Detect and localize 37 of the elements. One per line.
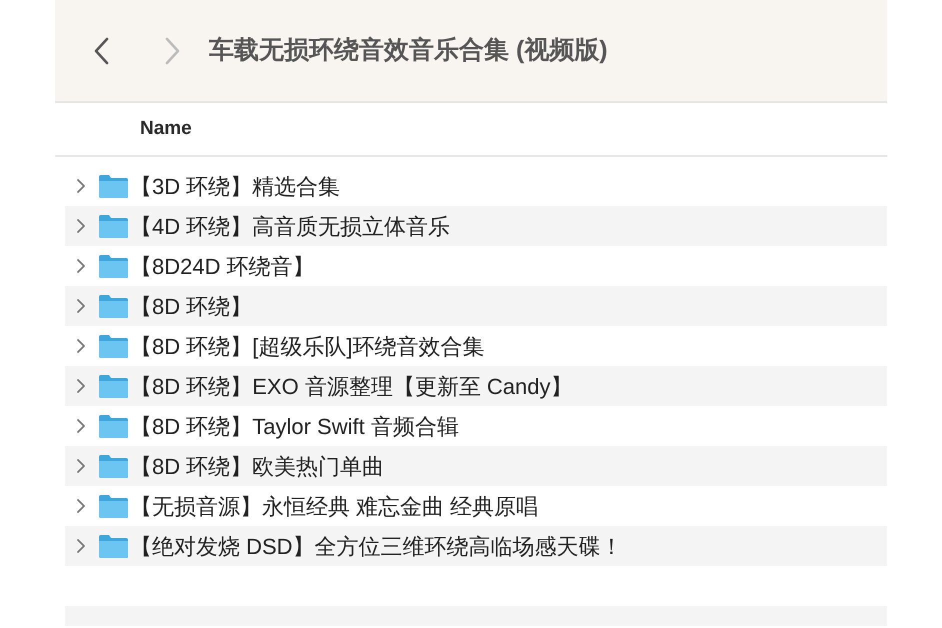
column-header[interactable]: Name xyxy=(140,114,192,144)
disclosure-chevron-icon[interactable] xyxy=(76,538,86,554)
folder-icon xyxy=(98,294,129,318)
folder-icon xyxy=(98,374,129,398)
folder-name: 【8D 环绕】欧美热门单曲 xyxy=(130,452,384,480)
folder-name: 【8D24D 环绕音】 xyxy=(130,252,315,280)
folder-name: 【3D 环绕】精选合集 xyxy=(130,172,340,200)
disclosure-chevron-icon[interactable] xyxy=(76,498,86,514)
folder-name: 【4D 环绕】高音质无损立体音乐 xyxy=(130,212,450,240)
disclosure-chevron-icon[interactable] xyxy=(76,298,86,314)
folder-name: 【无损音源】永恒经典 难忘金曲 经典原唱 xyxy=(130,492,538,520)
file-row[interactable]: 【4D 环绕】高音质无损立体音乐 xyxy=(65,206,887,246)
folder-icon xyxy=(98,494,129,518)
folder-icon xyxy=(98,174,129,198)
disclosure-chevron-icon[interactable] xyxy=(76,458,86,474)
file-row[interactable]: 【8D 环绕】欧美热门单曲 xyxy=(65,446,887,486)
folder-icon xyxy=(98,454,129,478)
disclosure-chevron-icon[interactable] xyxy=(76,418,86,434)
folder-icon xyxy=(98,534,129,558)
folder-name: 【8D 环绕】 xyxy=(130,292,252,320)
disclosure-chevron-icon[interactable] xyxy=(76,338,86,354)
disclosure-chevron-icon[interactable] xyxy=(76,258,86,274)
folder-icon xyxy=(98,254,129,278)
folder-name: 【8D 环绕】[超级乐队]环绕音效合集 xyxy=(130,332,484,361)
folder-icon xyxy=(98,334,129,358)
folder-name: 【绝对发烧 DSD】全方位三维环绕高临场感天碟！ xyxy=(130,532,623,560)
file-row[interactable]: 【8D 环绕】 xyxy=(65,286,887,326)
disclosure-chevron-icon[interactable] xyxy=(76,378,86,394)
folder-name: 【8D 环绕】Taylor Swift 音频合辑 xyxy=(130,412,459,441)
disclosure-chevron-icon[interactable] xyxy=(76,218,86,234)
disclosure-chevron-icon[interactable] xyxy=(76,178,86,194)
window-title: 车载无损环绕音效音乐合集 (视频版) xyxy=(209,34,608,66)
folder-icon xyxy=(98,214,129,238)
file-row[interactable]: 【8D 环绕】EXO 音源整理【更新至 Candy】 xyxy=(65,366,887,406)
folder-icon xyxy=(98,414,129,438)
file-row[interactable]: 【绝对发烧 DSD】全方位三维环绕高临场感天碟！ xyxy=(65,526,887,566)
folder-name: 【8D 环绕】EXO 音源整理【更新至 Candy】 xyxy=(130,372,573,401)
